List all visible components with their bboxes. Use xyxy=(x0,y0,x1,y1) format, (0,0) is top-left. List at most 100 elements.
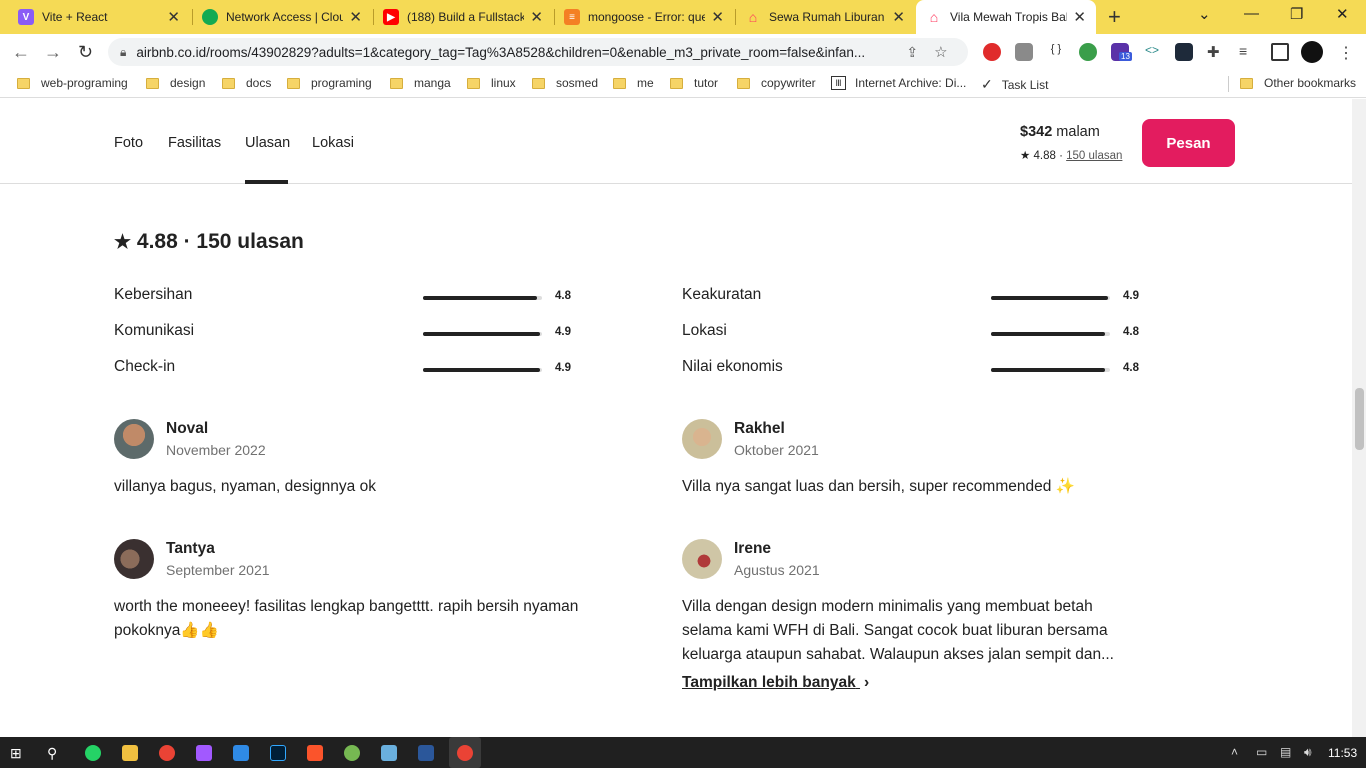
tab-title: Network Access | Clou xyxy=(226,10,344,24)
rating-score: 4.8 xyxy=(1123,326,1139,338)
show-more-link[interactable]: Tampilkan lebih banyak › xyxy=(682,674,869,692)
close-window-button[interactable]: ✕ xyxy=(1336,5,1349,23)
avatar[interactable] xyxy=(682,539,722,579)
code-extension-icon[interactable]: <> xyxy=(1143,43,1161,61)
profile-avatar[interactable] xyxy=(1301,41,1323,63)
rating-score: 4.9 xyxy=(555,326,571,338)
clock[interactable]: 11:53 xyxy=(1328,746,1357,760)
review-date: November 2022 xyxy=(166,442,266,458)
bookmark-folder[interactable]: web-programing xyxy=(17,76,128,90)
rating-category-label: Lokasi xyxy=(682,322,727,339)
bookmark-internet-archive[interactable]: Ⅲ Internet Archive: Di... xyxy=(831,76,966,90)
side-panel-icon[interactable] xyxy=(1271,43,1289,61)
tab-vila-mewah[interactable]: ⌂ Vila Mewah Tropis Bal ✕ xyxy=(916,0,1096,34)
close-tab-icon[interactable]: ✕ xyxy=(1073,8,1086,26)
subnav-lokasi[interactable]: Lokasi xyxy=(312,135,354,151)
menu-kebab-icon[interactable]: ⋮ xyxy=(1338,43,1356,62)
star-icon: ★ xyxy=(114,232,132,253)
close-tab-icon[interactable]: ✕ xyxy=(892,8,905,26)
whatsapp-icon[interactable] xyxy=(85,745,101,761)
new-tab-button[interactable]: + xyxy=(1108,4,1121,30)
back-icon[interactable]: ← xyxy=(12,42,30,63)
rating-score: 4.9 xyxy=(1123,290,1139,302)
reviews-link[interactable]: 150 ulasan xyxy=(1066,150,1122,162)
rating-category-label: Check-in xyxy=(114,358,176,375)
tab-search-icon[interactable]: ⌄ xyxy=(1198,5,1211,23)
book-button[interactable]: Pesan xyxy=(1142,119,1235,167)
tab-title: (188) Build a Fullstack xyxy=(407,10,525,24)
bookmark-folder[interactable]: programing xyxy=(287,76,372,90)
tab-stackoverflow[interactable]: ≡ mongoose - Error: que ✕ xyxy=(554,0,734,34)
extensions-puzzle-icon[interactable]: ✚ xyxy=(1207,43,1225,61)
subnav-foto[interactable]: Foto xyxy=(114,135,143,151)
control-panel-icon[interactable] xyxy=(381,745,397,761)
globe-extension-icon[interactable] xyxy=(1079,43,1097,61)
bookmark-task-list[interactable]: ✓ Task List xyxy=(981,76,1048,93)
screenshot-extension-icon[interactable] xyxy=(1015,43,1033,61)
close-tab-icon[interactable]: ✕ xyxy=(167,8,180,26)
battery-icon[interactable]: ▭ xyxy=(1256,745,1267,759)
rating-bar-fill xyxy=(423,296,538,300)
bookmark-folder[interactable]: linux xyxy=(467,76,516,90)
rating-bar xyxy=(991,332,1110,336)
network-icon[interactable]: ▤ xyxy=(1280,745,1291,759)
react-devtools-icon[interactable] xyxy=(1175,43,1193,61)
photoshop-icon[interactable] xyxy=(270,745,286,761)
brave-icon[interactable] xyxy=(307,745,323,761)
bookmark-star-icon[interactable]: ☆ xyxy=(934,43,947,61)
restore-button[interactable]: ❐ xyxy=(1290,5,1303,23)
airbnb-icon: ⌂ xyxy=(748,9,758,25)
avatar[interactable] xyxy=(114,539,154,579)
bookmark-folder[interactable]: design xyxy=(146,76,205,90)
json-extension-icon[interactable]: { } xyxy=(1047,43,1065,61)
media-control-icon[interactable]: ≡ xyxy=(1239,43,1257,61)
other-bookmarks[interactable]: Other bookmarks xyxy=(1240,76,1356,90)
rating-bar xyxy=(423,296,542,300)
rating-bar-fill xyxy=(423,368,540,372)
omnibox[interactable]: 🔒︎ airbnb.co.id/rooms/43902829?adults=1&… xyxy=(108,38,968,66)
tab-vite[interactable]: V Vite + React ✕ xyxy=(8,0,190,34)
forward-icon[interactable]: → xyxy=(44,42,62,63)
listing-subnav: Foto Fasilitas Ulasan Lokasi $342 malam … xyxy=(0,99,1352,184)
search-icon[interactable]: ⚲ xyxy=(47,745,63,761)
reviewer-name: Rakhel xyxy=(734,420,785,437)
chrome-icon xyxy=(457,745,473,761)
utorrent-icon[interactable] xyxy=(344,745,360,761)
tab-title: Vila Mewah Tropis Bal xyxy=(950,10,1068,24)
review-date: Oktober 2021 xyxy=(734,442,819,458)
subnav-ulasan[interactable]: Ulasan xyxy=(245,135,290,151)
subnav-fasilitas[interactable]: Fasilitas xyxy=(168,135,221,151)
show-hidden-icons-icon[interactable]: ˄ xyxy=(1231,745,1238,759)
close-tab-icon[interactable]: ✕ xyxy=(711,8,724,26)
rating-score: 4.8 xyxy=(1123,362,1139,374)
chrome-icon[interactable] xyxy=(159,745,175,761)
url-text[interactable]: airbnb.co.id/rooms/43902829?adults=1&cat… xyxy=(136,45,896,60)
file-explorer-icon[interactable] xyxy=(122,745,138,761)
scrollbar-thumb[interactable] xyxy=(1355,388,1364,450)
tab-sewa-rumah[interactable]: ⌂ Sewa Rumah Liburan ✕ xyxy=(735,0,915,34)
avatar[interactable] xyxy=(682,419,722,459)
bookmark-folder[interactable]: docs xyxy=(222,76,271,90)
tab-youtube[interactable]: ▶ (188) Build a Fullstack ✕ xyxy=(373,0,553,34)
word-icon[interactable] xyxy=(418,745,434,761)
adblock-extension-icon[interactable] xyxy=(983,43,1001,61)
bookmark-folder[interactable]: tutor xyxy=(670,76,718,90)
tab-network-access[interactable]: Network Access | Clou ✕ xyxy=(192,0,372,34)
reload-icon[interactable]: ↻ xyxy=(78,42,93,63)
bookmark-folder[interactable]: sosmed xyxy=(532,76,598,90)
figma-icon[interactable] xyxy=(196,745,212,761)
avatar[interactable] xyxy=(114,419,154,459)
close-tab-icon[interactable]: ✕ xyxy=(530,8,543,26)
bookmark-folder[interactable]: me xyxy=(613,76,654,90)
badge-extension-icon[interactable]: 13 xyxy=(1111,43,1132,61)
minimize-button[interactable]: — xyxy=(1244,5,1259,22)
vscode-icon[interactable] xyxy=(233,745,249,761)
bookmark-folder[interactable]: manga xyxy=(390,76,451,90)
bookmark-folder[interactable]: copywriter xyxy=(737,76,816,90)
page-scrollbar[interactable] xyxy=(1352,99,1366,737)
share-icon[interactable]: ⇪ xyxy=(906,44,918,61)
volume-icon[interactable]: 🔊︎ xyxy=(1304,745,1312,760)
windows-start-icon[interactable]: ⊞ xyxy=(10,745,26,761)
folder-icon xyxy=(222,77,235,89)
close-tab-icon[interactable]: ✕ xyxy=(349,8,362,26)
